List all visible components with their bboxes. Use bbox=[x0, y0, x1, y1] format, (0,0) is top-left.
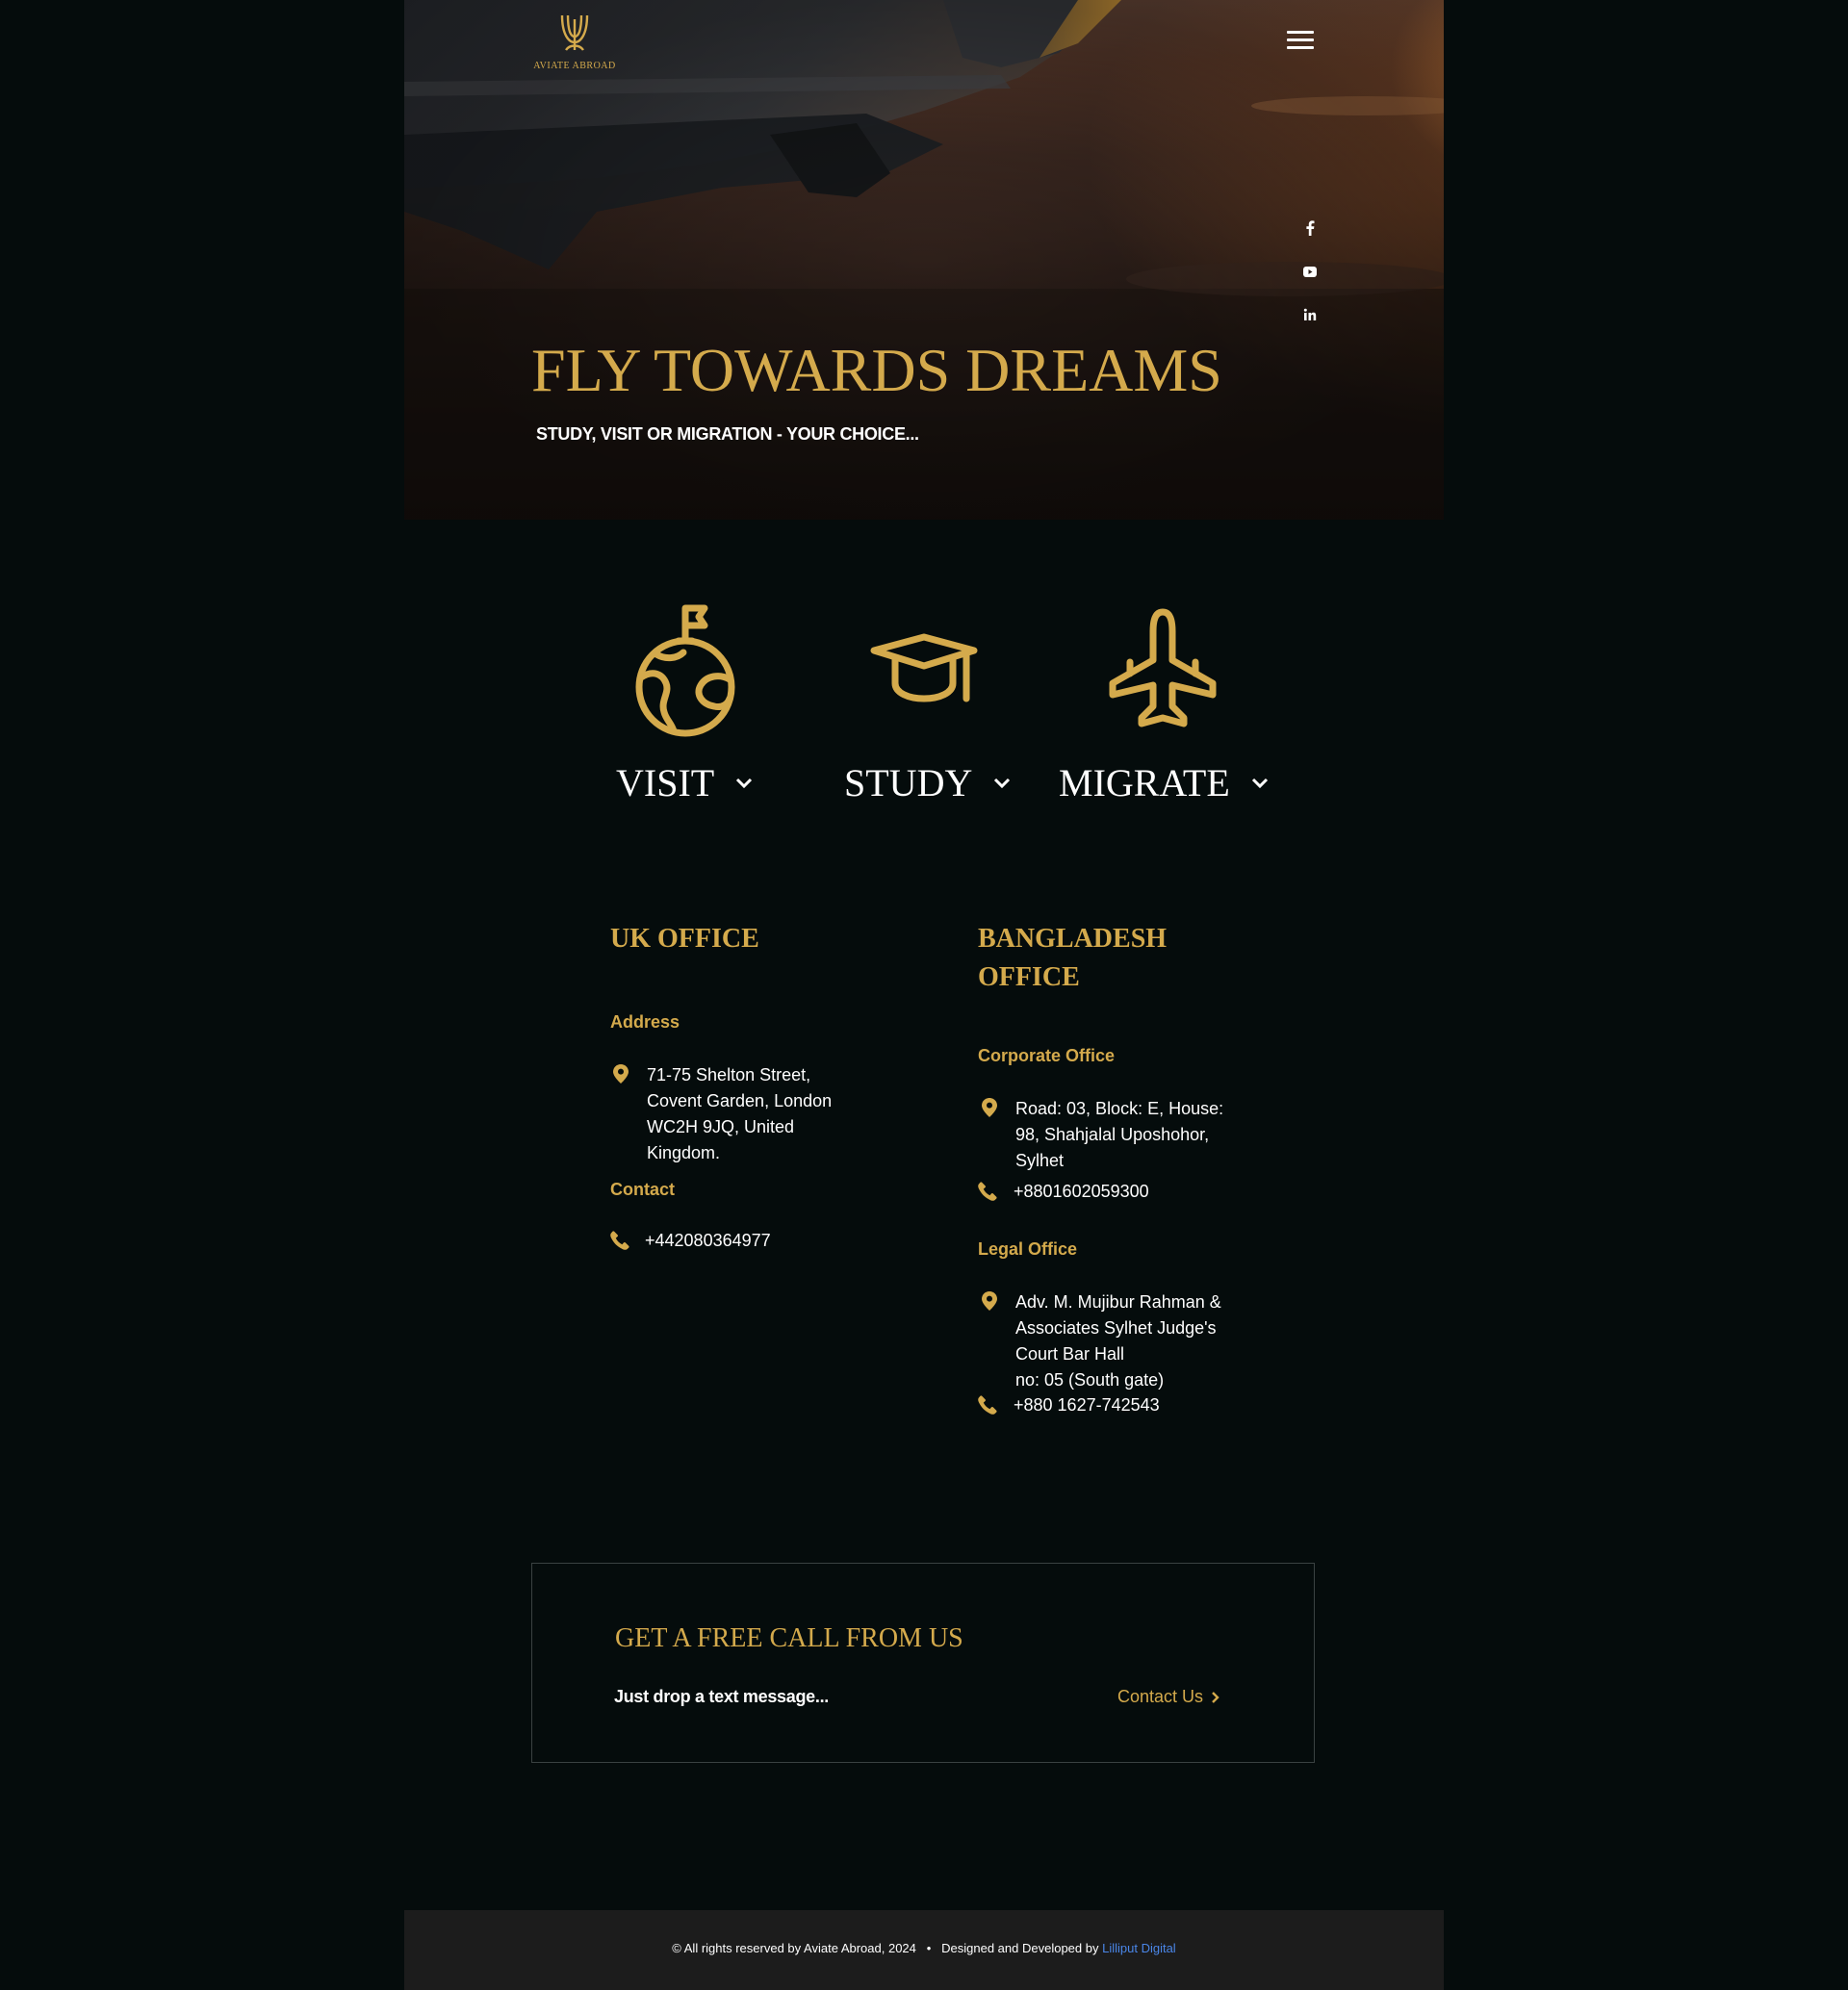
hero-title: FLY TOWARDS DREAMS bbox=[531, 336, 1222, 404]
chevron-down-icon bbox=[994, 778, 1011, 788]
phone-icon bbox=[978, 1395, 997, 1415]
legal-address: Adv. M. Mujibur Rahman & Associates Sylh… bbox=[1015, 1289, 1221, 1393]
service-visit-text: VISIT bbox=[616, 761, 715, 804]
contact-us-link[interactable]: Contact Us bbox=[1117, 1687, 1219, 1707]
facebook-icon[interactable] bbox=[1299, 217, 1321, 239]
legal-address-line: Associates Sylhet Judge's bbox=[1015, 1318, 1217, 1338]
graduation-cap-icon bbox=[828, 604, 1020, 739]
uk-office-title: UK OFFICE bbox=[610, 924, 759, 954]
service-visit-label[interactable]: VISIT bbox=[616, 760, 753, 805]
uk-address-line: Covent Garden, London bbox=[647, 1091, 833, 1110]
copyright-text: © All rights reserved by Aviate Abroad, … bbox=[672, 1941, 916, 1955]
free-call-box: GET A FREE CALL FROM US Just drop a text… bbox=[531, 1563, 1315, 1763]
credit-prefix: Designed and Developed by bbox=[941, 1941, 1099, 1955]
footer: © All rights reserved by Aviate Abroad, … bbox=[404, 1910, 1444, 1990]
uk-address-label: Address bbox=[610, 1012, 680, 1032]
service-study-text: STUDY bbox=[844, 761, 973, 804]
youtube-icon[interactable] bbox=[1299, 261, 1321, 282]
bd-office-title-line: BANGLADESH bbox=[978, 924, 1168, 954]
uk-address-line: WC2H 9JQ, United bbox=[647, 1117, 795, 1136]
footer-text: © All rights reserved by Aviate Abroad, … bbox=[404, 1941, 1444, 1955]
linkedin-icon[interactable] bbox=[1299, 304, 1321, 325]
contact-us-label: Contact Us bbox=[1117, 1687, 1204, 1706]
corporate-office-label: Corporate Office bbox=[978, 1046, 1116, 1065]
logo-text: AVIATE ABROAD bbox=[533, 61, 616, 71]
bd-office-title-line: OFFICE bbox=[978, 962, 1080, 992]
corporate-address-line: 98, Shahjalal Uposhohor, bbox=[1015, 1125, 1210, 1144]
chevron-down-icon bbox=[736, 778, 753, 788]
globe-flag-icon bbox=[589, 604, 782, 739]
corporate-address-line: Sylhet bbox=[1015, 1151, 1065, 1170]
airplane-icon bbox=[1066, 604, 1259, 739]
legal-address-line: Court Bar Hall bbox=[1015, 1344, 1125, 1364]
service-study-label[interactable]: STUDY bbox=[844, 760, 1011, 805]
corporate-address-line: Road: 03, Block: E, House: bbox=[1015, 1099, 1224, 1118]
corporate-phone[interactable]: +8801602059300 bbox=[1014, 1179, 1149, 1205]
footer-separator: • bbox=[926, 1941, 932, 1955]
legal-phone[interactable]: +880 1627-742543 bbox=[1014, 1392, 1160, 1418]
hero-banner: AVIATE ABROAD FLY TOWARDS DREAMS STUDY, … bbox=[404, 0, 1444, 520]
phone-icon bbox=[978, 1182, 997, 1201]
corporate-address: Road: 03, Block: E, House: 98, Shahjalal… bbox=[1015, 1096, 1223, 1174]
phone-icon bbox=[610, 1231, 629, 1250]
brand-logo[interactable]: AVIATE ABROAD bbox=[531, 12, 618, 71]
chevron-right-icon bbox=[1212, 1691, 1219, 1703]
service-migrate-label[interactable]: MIGRATE bbox=[1059, 760, 1269, 805]
logo-emblem-icon bbox=[560, 14, 589, 51]
chevron-down-icon bbox=[1251, 778, 1268, 788]
hero-subtitle: STUDY, VISIT OR MIGRATION - YOUR CHOICE.… bbox=[536, 424, 919, 444]
hamburger-menu-icon[interactable] bbox=[1287, 31, 1314, 52]
uk-address: 71-75 Shelton Street, Covent Garden, Lon… bbox=[647, 1062, 832, 1166]
uk-address-line: Kingdom. bbox=[647, 1143, 721, 1162]
bd-office-title: BANGLADESH OFFICE bbox=[978, 920, 1167, 997]
lilliput-digital-link[interactable]: Lilliput Digital bbox=[1102, 1941, 1176, 1955]
map-pin-icon bbox=[982, 1291, 997, 1311]
legal-office-label: Legal Office bbox=[978, 1239, 1078, 1259]
legal-address-line: no: 05 (South gate) bbox=[1015, 1370, 1165, 1390]
service-migrate-text: MIGRATE bbox=[1059, 761, 1230, 804]
legal-address-line: Adv. M. Mujibur Rahman & bbox=[1015, 1292, 1221, 1312]
cta-text: Just drop a text message... bbox=[614, 1687, 829, 1706]
cta-title: GET A FREE CALL FROM US bbox=[615, 1623, 963, 1653]
map-pin-icon bbox=[982, 1098, 997, 1117]
uk-address-line: 71-75 Shelton Street, bbox=[647, 1065, 811, 1084]
uk-phone[interactable]: +442080364977 bbox=[645, 1228, 771, 1254]
uk-contact-label: Contact bbox=[610, 1180, 675, 1199]
map-pin-icon bbox=[613, 1064, 629, 1084]
